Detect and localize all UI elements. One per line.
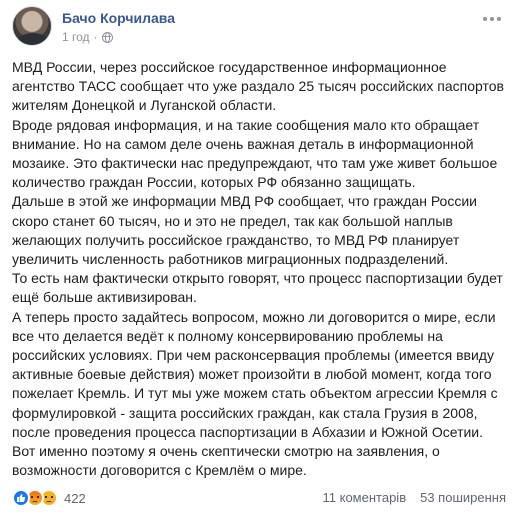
post-paragraph: Вот именно поэтому я очень скептически с…	[12, 443, 440, 479]
post-footer: 422 11 коментарів 53 поширення	[12, 489, 506, 509]
meta-separator: ·	[93, 30, 98, 44]
post-body: МВД России, через российское государстве…	[12, 58, 506, 480]
reaction-count[interactable]: 422	[64, 491, 86, 506]
reactions-summary[interactable]: 422	[12, 489, 86, 507]
comments-count[interactable]: 11 коментарів	[323, 490, 407, 505]
post-paragraph: А теперь просто задайтесь вопросом, можн…	[12, 308, 498, 440]
facebook-post: Бачо Корчилава 1 год · МВД России, через…	[0, 0, 518, 524]
post-paragraph: МВД России, через российское государстве…	[12, 59, 504, 114]
post-meta: 1 год ·	[62, 30, 113, 44]
author-name[interactable]: Бачо Корчилава	[62, 10, 175, 26]
post-timestamp[interactable]: 1 год	[62, 30, 90, 44]
shares-count[interactable]: 53 поширення	[420, 490, 506, 505]
post-paragraph: Вроде рядовая информация, и на такие соо…	[12, 116, 498, 191]
more-options-button[interactable]	[480, 10, 504, 28]
post-paragraph: То есть нам фактически открыто говорят, …	[12, 270, 503, 306]
globe-icon	[101, 31, 113, 43]
post-header: Бачо Корчилава 1 год ·	[12, 6, 506, 50]
post-stats: 11 коментарів 53 поширення	[323, 490, 506, 505]
like-icon	[12, 489, 30, 507]
author-avatar[interactable]	[12, 6, 52, 46]
post-paragraph: Дальше в этой же информации МВД РФ сообщ…	[12, 193, 477, 268]
